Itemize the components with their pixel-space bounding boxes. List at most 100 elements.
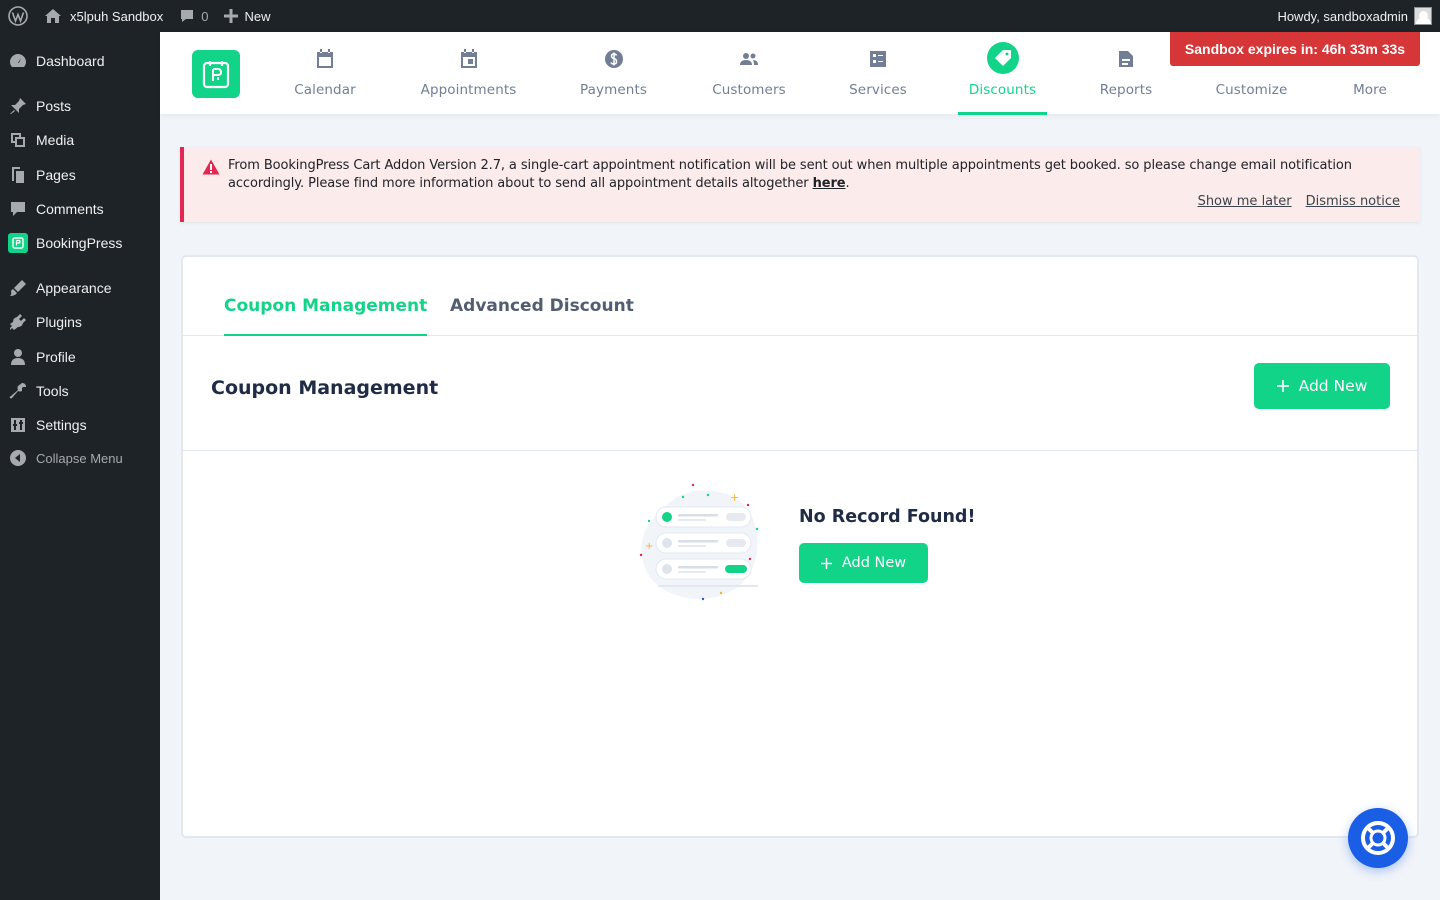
nav-customers[interactable]: Customers <box>712 32 786 115</box>
media-icon <box>0 130 36 150</box>
nav-label: Appointments <box>420 82 517 98</box>
sidebar-item-settings[interactable]: Settings <box>0 408 160 442</box>
bookingpress-logo-icon <box>202 61 230 89</box>
site-name-link[interactable]: x5lpuh Sandbox <box>36 0 171 32</box>
bookingpress-icon <box>0 233 36 253</box>
customers-icon <box>739 44 759 74</box>
discounts-panel: Coupon Management Advanced Discount Coup… <box>181 255 1419 838</box>
new-label: New <box>244 8 271 24</box>
collapse-menu-button[interactable]: Collapse Menu <box>0 441 160 475</box>
nav-label: Customize <box>1215 82 1288 98</box>
comments-count: 0 <box>201 8 209 24</box>
svg-text:+: + <box>645 541 653 552</box>
cart-addon-notice: From BookingPress Cart Addon Version 2.7… <box>180 147 1420 222</box>
admin-bar: x5lpuh Sandbox 0 New Howdy, sandboxadmin <box>0 0 1440 32</box>
collapse-arrow-icon <box>0 449 36 467</box>
sidebar-item-label: Plugins <box>36 314 82 330</box>
appearance-icon <box>0 278 36 298</box>
plus-icon <box>820 557 832 569</box>
lifebuoy-icon <box>1361 821 1395 855</box>
nav-label: Calendar <box>294 82 356 98</box>
nav-payments[interactable]: Payments <box>580 32 647 115</box>
site-name: x5lpuh Sandbox <box>70 8 164 24</box>
add-new-label: Add New <box>841 555 907 571</box>
nav-appointments[interactable]: Appointments <box>421 32 516 115</box>
wordpress-logo-icon[interactable] <box>0 0 36 32</box>
dashboard-icon <box>0 51 36 71</box>
payments-icon <box>604 44 624 74</box>
plus-icon <box>1276 380 1289 392</box>
sidebar-item-tools[interactable]: Tools <box>0 374 160 408</box>
sidebar-item-profile[interactable]: Profile <box>0 340 160 374</box>
profile-icon <box>0 347 36 367</box>
sidebar-item-label: Posts <box>36 98 72 114</box>
nav-label: More <box>1353 82 1387 98</box>
sidebar-item-label: Profile <box>36 349 76 365</box>
sidebar-item-label: Tools <box>36 383 69 399</box>
add-new-empty-button[interactable]: Add New <box>799 543 928 583</box>
notice-actions: Show me later Dismiss notice <box>1198 194 1400 209</box>
comments-link[interactable]: 0 <box>171 0 216 32</box>
dismiss-notice-link[interactable]: Dismiss notice <box>1306 194 1400 209</box>
sidebar-item-label: Settings <box>36 417 87 433</box>
new-content-link[interactable]: New <box>216 0 278 32</box>
sidebar-item-posts[interactable]: Posts <box>0 89 160 123</box>
section-header: Coupon Management Add New <box>183 336 1417 451</box>
sidebar-item-appearance[interactable]: Appearance <box>0 271 160 305</box>
sidebar-item-media[interactable]: Media <box>0 123 160 157</box>
help-button[interactable] <box>1348 808 1408 868</box>
main-content: Calendar Appointments Payments Customers… <box>160 32 1440 900</box>
nav-label: Reports <box>1099 82 1153 98</box>
sidebar-item-pages[interactable]: Pages <box>0 158 160 192</box>
tab-coupon-management[interactable]: Coupon Management <box>224 296 428 336</box>
home-icon <box>45 9 61 23</box>
settings-icon <box>0 415 36 435</box>
section-title: Coupon Management <box>211 377 439 399</box>
notice-here-link[interactable]: here <box>813 176 846 191</box>
sidebar-item-label: Pages <box>36 167 76 183</box>
sidebar-item-label: Dashboard <box>36 53 105 69</box>
appointments-icon <box>460 44 478 74</box>
services-icon <box>869 44 887 74</box>
show-me-later-link[interactable]: Show me later <box>1198 194 1292 209</box>
sandbox-expiry-badge: Sandbox expires in: 46h 33m 33s <box>1170 32 1420 66</box>
sidebar-item-dashboard[interactable]: Dashboard <box>0 44 160 78</box>
sidebar-item-comments[interactable]: Comments <box>0 192 160 226</box>
nav-label: Services <box>849 82 907 98</box>
add-new-coupon-button[interactable]: Add New <box>1254 363 1390 409</box>
collapse-menu-label: Collapse Menu <box>36 450 123 466</box>
discount-tabs: Coupon Management Advanced Discount <box>183 257 1417 336</box>
calendar-icon <box>316 44 334 74</box>
my-account-link[interactable]: Howdy, sandboxadmin <box>1277 7 1440 25</box>
sidebar-item-label: BookingPress <box>36 235 123 251</box>
comments-icon <box>0 199 36 219</box>
empty-list-illustration: + + <box>638 479 763 604</box>
comment-bubble-icon <box>181 10 194 22</box>
reports-icon <box>1118 44 1134 74</box>
bookingpress-logo[interactable] <box>192 50 240 98</box>
nav-services[interactable]: Services <box>849 32 907 115</box>
nav-discounts[interactable]: Discounts <box>958 32 1047 115</box>
sidebar-item-label: Appearance <box>36 280 112 296</box>
pin-icon <box>0 96 36 116</box>
tab-advanced-discount[interactable]: Advanced Discount <box>450 296 634 316</box>
notice-text: From BookingPress Cart Addon Version 2.7… <box>228 157 1398 193</box>
add-new-label: Add New <box>1298 377 1368 395</box>
nav-reports[interactable]: Reports <box>1099 32 1153 115</box>
nav-label: Payments <box>580 82 647 98</box>
warning-icon <box>202 159 220 179</box>
nav-calendar[interactable]: Calendar <box>293 32 357 115</box>
avatar <box>1414 7 1432 25</box>
sidebar-item-label: Media <box>36 132 75 148</box>
nav-label: Discounts <box>968 82 1037 98</box>
bookingpress-top-nav: Calendar Appointments Payments Customers… <box>160 32 1440 115</box>
sidebar-item-plugins[interactable]: Plugins <box>0 305 160 339</box>
admin-sidebar: Dashboard Posts Media Pages Comments Boo… <box>0 32 160 900</box>
tools-icon <box>0 381 36 401</box>
no-record-title: No Record Found! <box>799 507 976 527</box>
svg-text:+: + <box>730 491 739 504</box>
sidebar-item-bookingpress[interactable]: BookingPress <box>0 226 160 260</box>
sidebar-item-label: Comments <box>36 201 104 217</box>
nav-label: Customers <box>712 82 786 98</box>
plus-icon <box>224 9 239 23</box>
